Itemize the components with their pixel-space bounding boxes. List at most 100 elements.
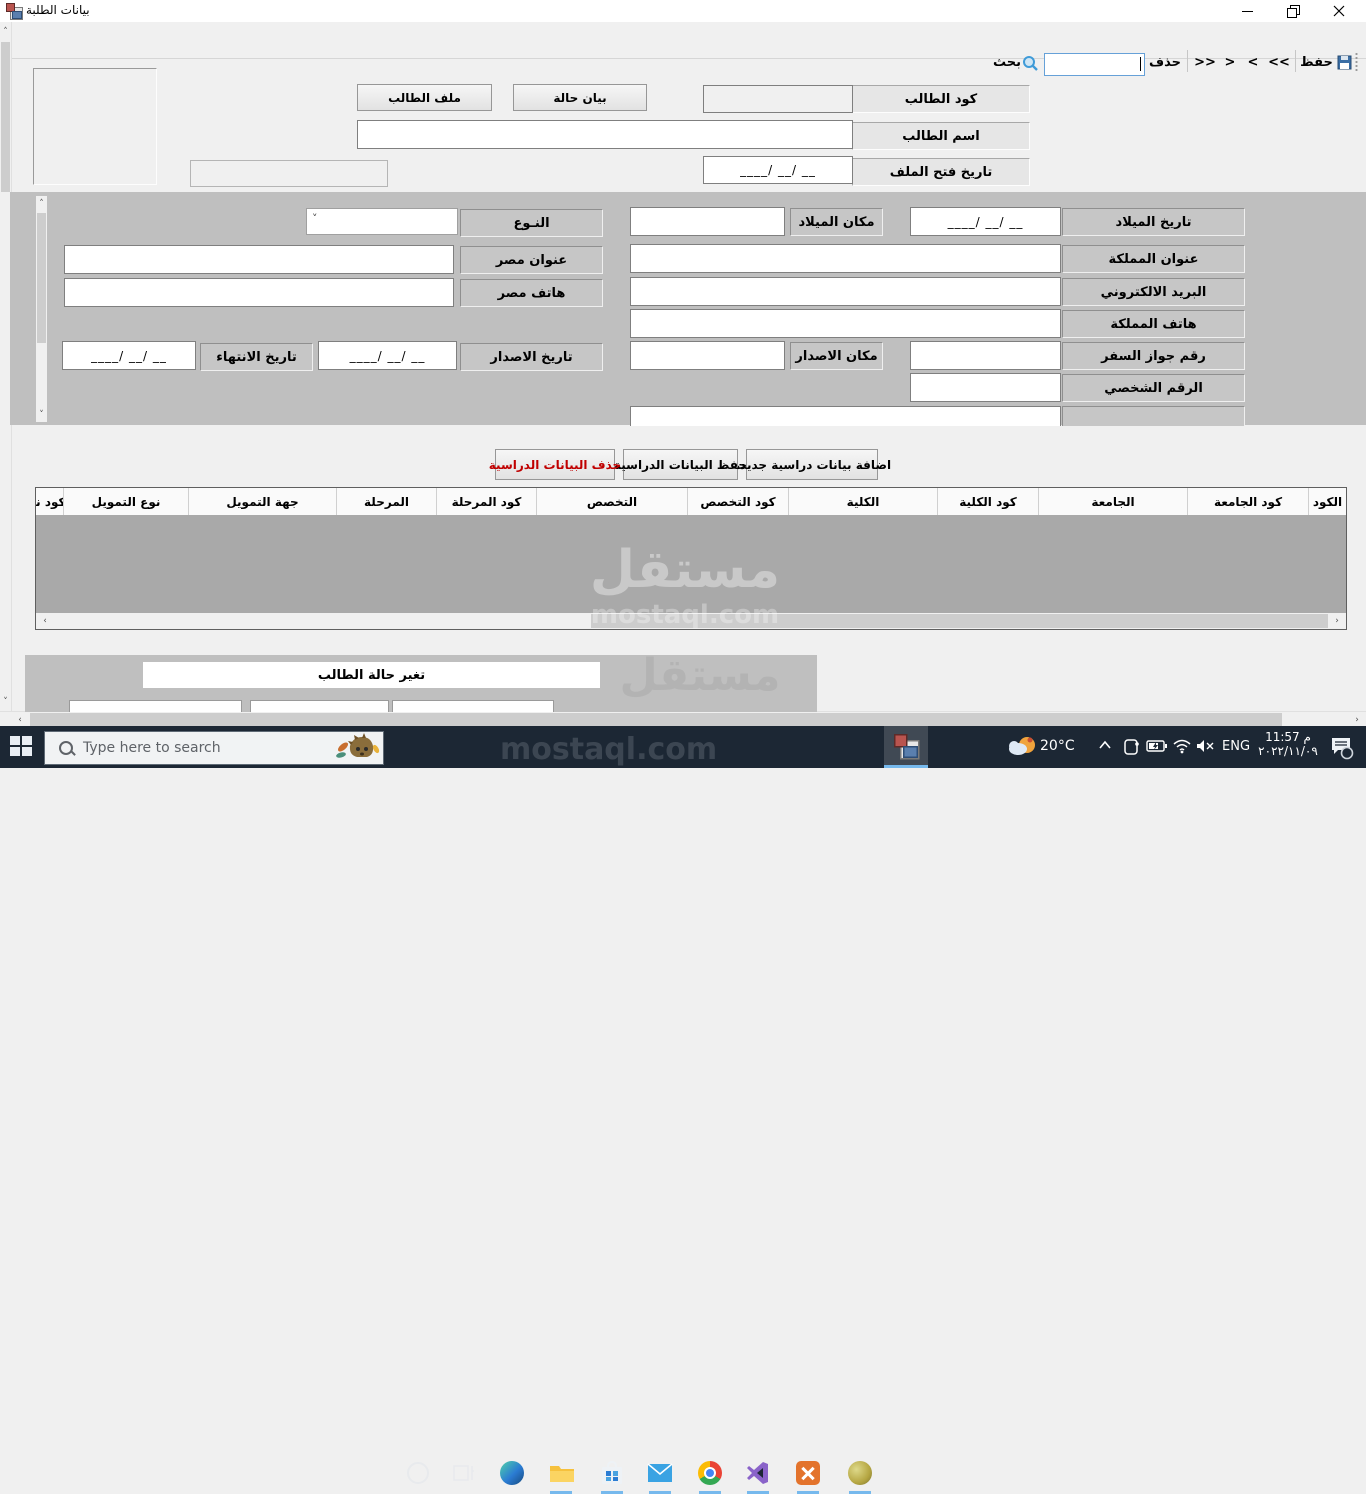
scroll-right-icon[interactable]: › [1329, 613, 1345, 629]
clock[interactable]: 11:57 م ٢٠٢٢/١١/٠٩ [1256, 730, 1320, 758]
grid-column-header[interactable]: كود الجامعة [1187, 488, 1308, 515]
delete-button[interactable]: حذف [1146, 50, 1184, 74]
kingdom-address-field[interactable] [630, 244, 1061, 273]
grid-column-header[interactable]: كود المرحلة [436, 488, 536, 515]
panel-vertical-scrollbar[interactable]: ˄ ˅ [36, 196, 47, 422]
battery-icon[interactable] [1146, 739, 1168, 753]
cortana-icon [407, 1462, 429, 1484]
tray-date: ٢٠٢٢/١١/٠٩ [1256, 744, 1320, 758]
clipped-field[interactable] [630, 406, 1061, 426]
nav-first-button[interactable]: << [1192, 50, 1218, 74]
taskbar-search-box[interactable]: Type here to search [44, 731, 384, 765]
scroll-up-icon[interactable]: ˄ [36, 196, 47, 211]
grid-column-header[interactable]: نوع التمويل [63, 488, 188, 515]
gender-combobox[interactable]: ˅ [306, 208, 458, 235]
change-status-panel: تغير حالة الطالب [25, 655, 817, 712]
issue-place-field[interactable] [630, 341, 785, 370]
minimize-button[interactable] [1224, 0, 1270, 22]
chrome-icon[interactable] [696, 1459, 724, 1487]
restore-button[interactable] [1270, 0, 1316, 22]
passport-number-field[interactable] [910, 341, 1061, 370]
student-name-field[interactable] [357, 120, 853, 149]
grid-scroll-thumb[interactable] [591, 614, 1328, 628]
grid-column-header[interactable]: التخصص [536, 488, 687, 515]
status-report-button[interactable]: بيان حالة [513, 84, 647, 111]
grid-column-header[interactable]: جهة التمويل [188, 488, 336, 515]
xampp-icon[interactable] [794, 1459, 822, 1487]
scroll-right-icon[interactable]: › [1349, 712, 1365, 727]
language-indicator[interactable]: ENG [1222, 739, 1250, 754]
wifi-icon[interactable] [1172, 738, 1192, 754]
grid-column-header[interactable]: المرحلة [336, 488, 436, 515]
student-file-button[interactable]: ملف الطالب [357, 84, 492, 111]
birth-place-field[interactable] [630, 207, 785, 236]
expiry-date-label: تاريخ الانتهاء [200, 343, 313, 371]
form-horizontal-scrollbar[interactable]: ‹ › [0, 711, 1366, 727]
navicat-icon[interactable] [846, 1459, 874, 1487]
nav-next-button[interactable]: > [1243, 50, 1263, 74]
grid-column-header[interactable]: الكود [1308, 488, 1346, 515]
egypt-phone-label: هاتف مصر [460, 279, 603, 307]
nav-prev-button[interactable]: < [1220, 50, 1240, 74]
store-bag-icon [601, 1461, 623, 1485]
grid-column-header[interactable]: الجامعة [1038, 488, 1187, 515]
scroll-up-icon[interactable]: ˄ [0, 24, 11, 39]
toolbar-grip[interactable] [1354, 52, 1359, 73]
windows-logo-icon [10, 736, 32, 756]
grid-column-header[interactable]: كود الكلية [937, 488, 1038, 515]
search-input[interactable] [1044, 53, 1145, 76]
scroll-left-icon[interactable]: ‹ [12, 712, 28, 727]
start-button[interactable] [10, 736, 32, 756]
scroll-left-icon[interactable]: ‹ [37, 613, 53, 629]
save-study-data-button[interactable]: حفظ البيانات الدراسية [623, 449, 738, 480]
grid-column-header[interactable]: الكلية [788, 488, 937, 515]
search-label: بحث [992, 50, 1022, 74]
mail-icon[interactable] [646, 1459, 674, 1487]
volume-muted-icon[interactable] [1196, 739, 1216, 753]
expiry-date-field[interactable]: __ /__ /____ [62, 341, 196, 370]
add-study-data-button[interactable]: اضافة بيانات دراسية جديدة [746, 449, 878, 480]
scroll-down-icon[interactable]: ˅ [0, 694, 11, 709]
temperature-text[interactable]: 20°C [1040, 738, 1075, 754]
your-phone-icon[interactable] [1122, 738, 1140, 756]
edge-icon[interactable] [498, 1459, 526, 1487]
action-center-icon[interactable] [1330, 736, 1354, 760]
grid-column-header[interactable]: كود التخصص [687, 488, 788, 515]
store-icon[interactable] [598, 1459, 626, 1487]
vertical-scroll-thumb[interactable] [1, 42, 10, 192]
scroll-down-icon[interactable]: ˅ [36, 407, 47, 422]
email-field[interactable] [630, 277, 1061, 306]
clipped-label [1062, 406, 1245, 426]
kingdom-address-label: عنوان المملكة [1062, 245, 1245, 273]
panel-scroll-thumb[interactable] [37, 213, 46, 343]
close-button[interactable] [1316, 0, 1362, 22]
egypt-phone-field[interactable] [64, 278, 454, 307]
birth-date-field[interactable]: __ /__ /____ [910, 207, 1061, 236]
kingdom-phone-field[interactable] [630, 309, 1061, 338]
delete-study-data-button[interactable]: حذف البيانات الدراسية [495, 449, 615, 480]
app-icon [6, 3, 22, 19]
clipped-field[interactable] [392, 700, 554, 712]
visual-studio-icon[interactable] [744, 1459, 772, 1487]
clipped-field[interactable] [250, 700, 389, 712]
weather-icon[interactable] [1008, 734, 1036, 758]
grid-column-header[interactable]: كود نوع [36, 488, 63, 515]
personal-number-field[interactable] [910, 373, 1061, 402]
issue-date-field[interactable]: __ /__ /____ [318, 341, 457, 370]
taskbar: Type here to search [0, 726, 1366, 768]
active-app-button[interactable] [884, 726, 928, 768]
toolbar: حفظ >> > < << حذف بحث [0, 22, 1366, 59]
clipped-field[interactable] [69, 700, 242, 712]
grid-horizontal-scrollbar[interactable]: ‹ › [36, 613, 1346, 629]
task-view-button[interactable] [450, 1459, 478, 1487]
cortana-button[interactable] [404, 1459, 432, 1487]
file-open-date-field[interactable]: __ /__ /____ [703, 156, 853, 184]
egypt-address-field[interactable] [64, 245, 454, 274]
grid-body[interactable] [36, 515, 1346, 613]
file-explorer-icon[interactable] [548, 1459, 576, 1487]
horizontal-scroll-thumb[interactable] [30, 713, 1282, 726]
save-button[interactable]: حفظ [1300, 50, 1352, 74]
student-code-field[interactable] [703, 85, 853, 113]
tray-chevron-up-icon[interactable] [1098, 740, 1112, 750]
nav-last-button[interactable]: >> [1266, 50, 1292, 74]
